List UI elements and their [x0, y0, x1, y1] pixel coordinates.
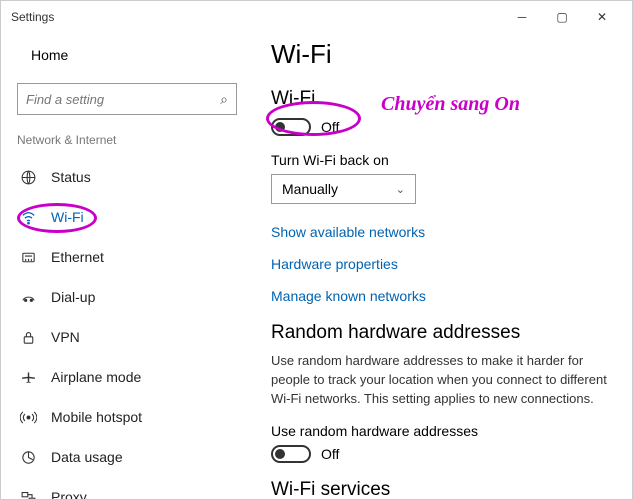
globe-icon — [19, 168, 37, 186]
turn-back-on-label: Turn Wi-Fi back on — [271, 152, 614, 168]
turn-back-on-dropdown[interactable]: Manually ⌄ — [271, 174, 416, 204]
sidebar-item-proxy[interactable]: Proxy — [17, 477, 237, 499]
link-show-networks[interactable]: Show available networks — [271, 224, 614, 240]
maximize-button[interactable]: ▢ — [542, 1, 582, 33]
random-toggle-state: Off — [321, 446, 339, 462]
link-manage-networks[interactable]: Manage known networks — [271, 288, 614, 304]
window-controls: ─ ▢ ✕ — [502, 1, 622, 33]
sidebar-item-status[interactable]: Status — [17, 157, 237, 197]
window-title: Settings — [11, 10, 502, 24]
random-toggle-label: Use random hardware addresses — [271, 423, 614, 439]
sidebar-item-wifi[interactable]: Wi-Fi — [17, 197, 237, 237]
wifi-heading: Wi-Fi — [271, 88, 614, 110]
proxy-icon — [19, 488, 37, 499]
services-heading: Wi-Fi services — [271, 479, 614, 499]
sidebar-item-label: Airplane mode — [51, 369, 141, 385]
sidebar-item-airplane[interactable]: Airplane mode — [17, 357, 237, 397]
random-toggle[interactable] — [271, 445, 311, 463]
minimize-button[interactable]: ─ — [502, 1, 542, 33]
sidebar-item-label: Dial-up — [51, 289, 95, 305]
sidebar-item-hotspot[interactable]: Mobile hotspot — [17, 397, 237, 437]
sidebar-item-label: Proxy — [51, 489, 87, 499]
wifi-icon — [19, 208, 37, 226]
sidebar-section-title: Network & Internet — [17, 133, 237, 147]
sidebar-item-datausage[interactable]: Data usage — [17, 437, 237, 477]
page-title: Wi-Fi — [271, 39, 614, 70]
ethernet-icon — [19, 248, 37, 266]
sidebar-item-label: Data usage — [51, 449, 123, 465]
sidebar: Home ⌕ Network & Internet Status Wi-Fi E… — [1, 33, 253, 499]
dialup-icon — [19, 288, 37, 306]
sidebar-home-label: Home — [31, 47, 68, 63]
window-titlebar: Settings ─ ▢ ✕ — [1, 1, 632, 33]
search-input-container[interactable]: ⌕ — [17, 83, 237, 115]
link-hardware-props[interactable]: Hardware properties — [271, 256, 614, 272]
sidebar-home[interactable]: Home — [17, 37, 237, 73]
sidebar-item-label: Mobile hotspot — [51, 409, 142, 425]
sidebar-item-label: VPN — [51, 329, 80, 345]
random-heading: Random hardware addresses — [271, 322, 614, 344]
close-button[interactable]: ✕ — [582, 1, 622, 33]
sidebar-item-label: Ethernet — [51, 249, 104, 265]
sidebar-item-dialup[interactable]: Dial-up — [17, 277, 237, 317]
sidebar-item-vpn[interactable]: VPN — [17, 317, 237, 357]
random-desc: Use random hardware addresses to make it… — [271, 352, 614, 409]
datausage-icon — [19, 448, 37, 466]
airplane-icon — [19, 368, 37, 386]
hotspot-icon — [19, 408, 37, 426]
search-input[interactable] — [26, 92, 220, 107]
sidebar-item-label: Wi-Fi — [51, 209, 84, 225]
wifi-toggle-state: Off — [321, 119, 339, 135]
chevron-down-icon: ⌄ — [396, 183, 405, 196]
sidebar-item-ethernet[interactable]: Ethernet — [17, 237, 237, 277]
search-icon: ⌕ — [220, 91, 228, 108]
content-pane: Wi-Fi Wi-Fi Off Turn Wi-Fi back on Manua… — [253, 33, 632, 499]
wifi-toggle[interactable] — [271, 118, 311, 136]
vpn-icon — [19, 328, 37, 346]
dropdown-value: Manually — [282, 181, 338, 197]
sidebar-item-label: Status — [51, 169, 91, 185]
